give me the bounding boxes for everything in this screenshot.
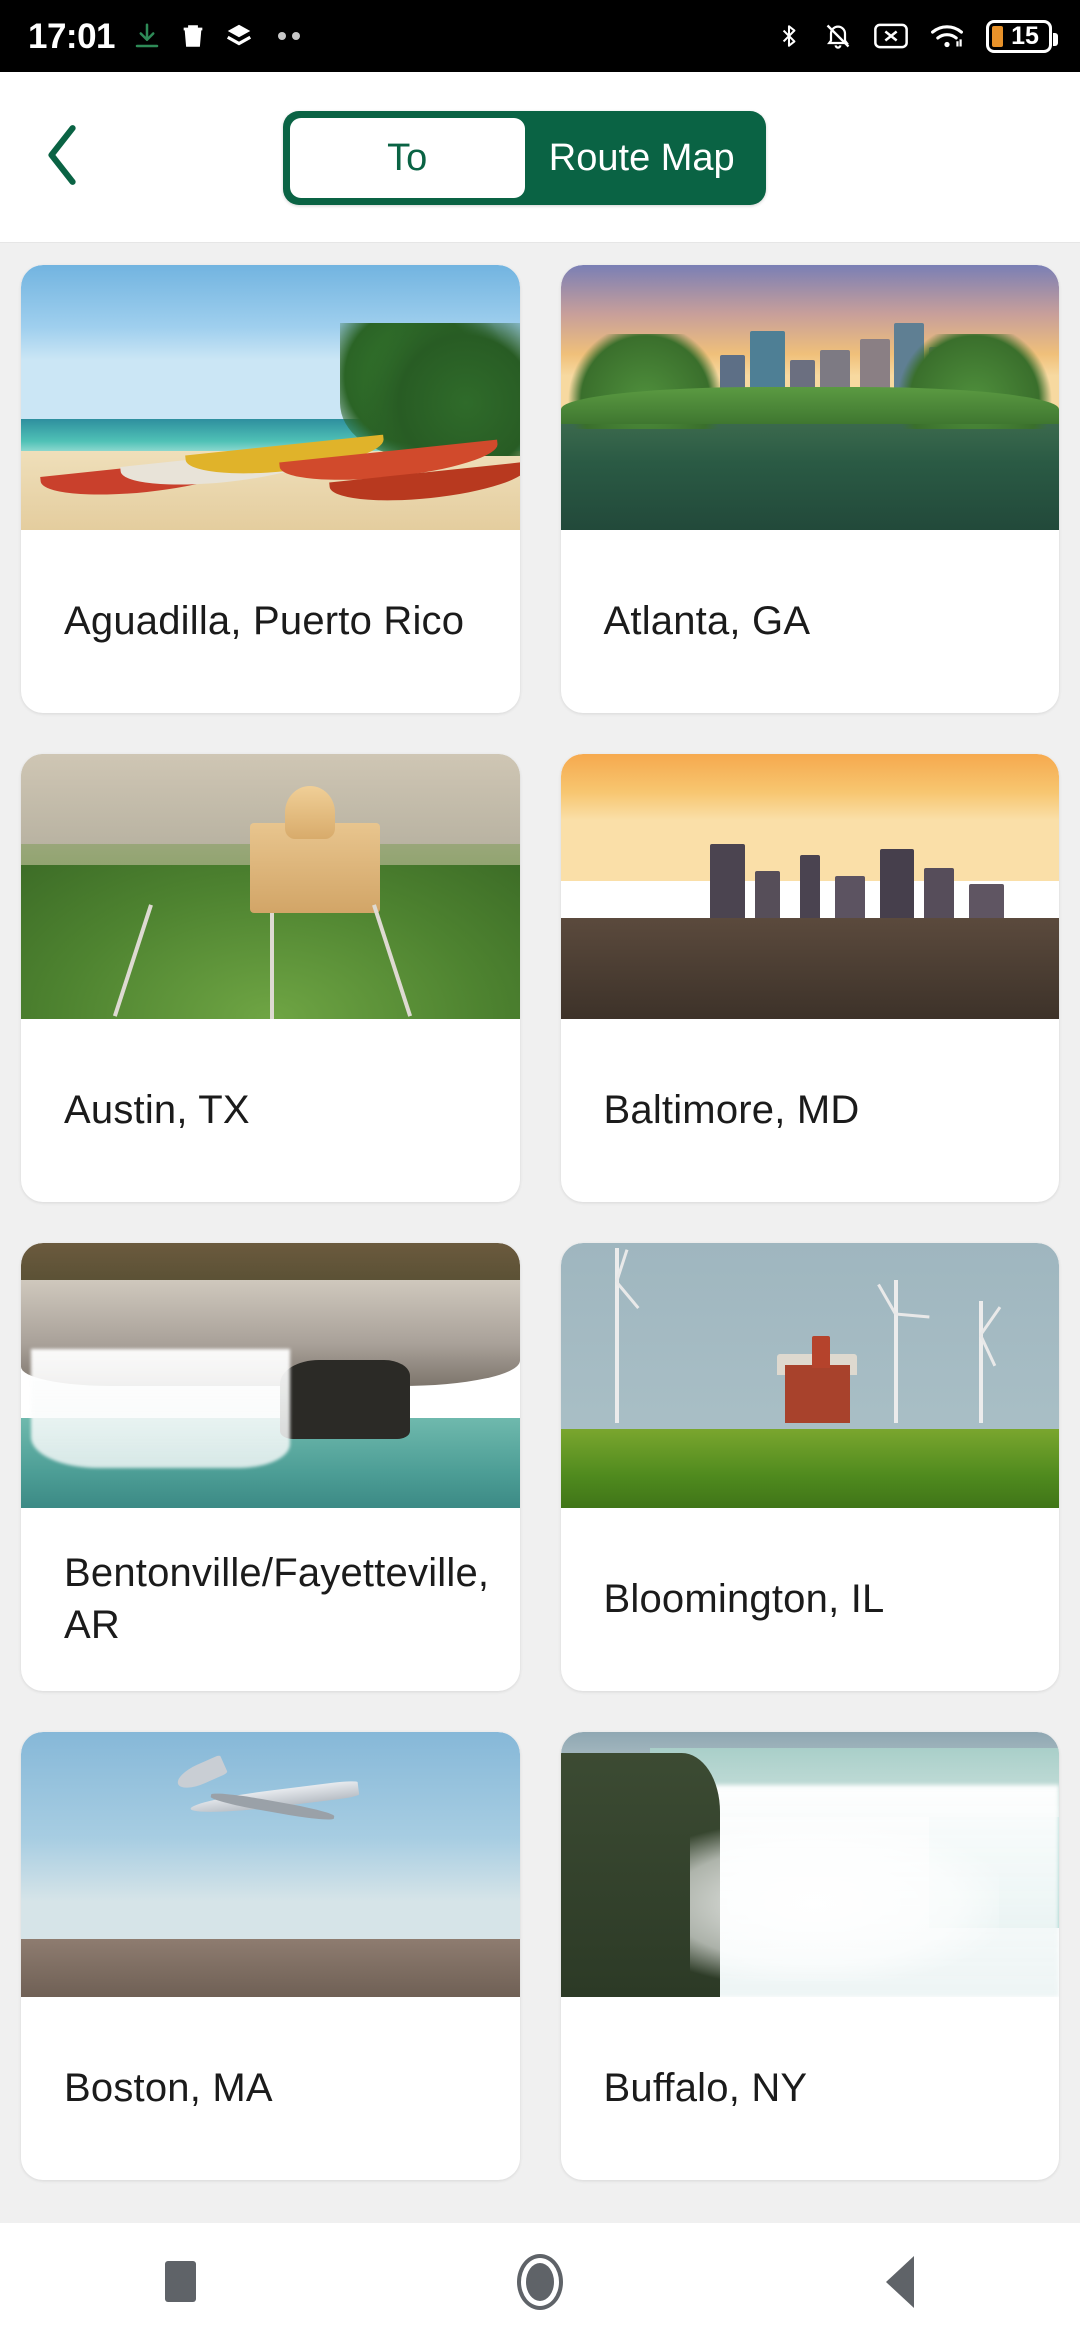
home-button[interactable] bbox=[450, 2223, 630, 2340]
recents-square-icon bbox=[164, 2261, 196, 2302]
destination-name: Austin, TX bbox=[64, 1087, 250, 1132]
to-routemap-toggle[interactable]: To Route Map bbox=[283, 111, 766, 205]
wifi-icon bbox=[930, 22, 964, 50]
destination-card-aguadilla[interactable]: Aguadilla, Puerto Rico bbox=[21, 265, 520, 713]
status-bar-clock: 17:01 bbox=[28, 16, 116, 56]
destination-name: Buffalo, NY bbox=[603, 2065, 808, 2110]
destination-card-buffalo[interactable]: Buffalo, NY bbox=[560, 1732, 1059, 2180]
home-circle-icon bbox=[517, 2253, 563, 2310]
status-bar: 17:01 15 bbox=[0, 0, 1080, 72]
niagara-falls-horseshoe-image bbox=[560, 1732, 1059, 1997]
android-nav-bar bbox=[0, 2223, 1080, 2340]
beach-with-colorful-fishing-boats-image bbox=[21, 265, 520, 530]
destination-list-scroll[interactable]: Aguadilla, Puerto Rico Atlanta, GA Austi… bbox=[0, 243, 1080, 2223]
red-barn-with-wind-turbines-in-field-image bbox=[560, 1243, 1059, 1508]
phone-screen: 17:01 15 To Route Map Aguadilla, Puerto … bbox=[0, 0, 1080, 2340]
battery-percent: 15 bbox=[1011, 21, 1039, 50]
destination-card-atlanta[interactable]: Atlanta, GA bbox=[560, 265, 1059, 713]
recents-button[interactable] bbox=[90, 2223, 270, 2340]
tab-route-map[interactable]: Route Map bbox=[525, 118, 760, 198]
destination-card-baltimore[interactable]: Baltimore, MD bbox=[560, 754, 1059, 1202]
ringer-muted-icon bbox=[824, 20, 852, 52]
layers-icon bbox=[224, 21, 254, 51]
destination-card-bloomington[interactable]: Bloomington, IL bbox=[560, 1243, 1059, 1691]
trash-icon bbox=[179, 21, 207, 51]
back-button[interactable] bbox=[8, 102, 118, 212]
tab-to[interactable]: To bbox=[290, 118, 525, 198]
destination-name: Boston, MA bbox=[64, 2065, 273, 2110]
destination-name: Aguadilla, Puerto Rico bbox=[64, 598, 465, 643]
status-bar-left: 17:01 bbox=[28, 16, 301, 56]
destination-grid: Aguadilla, Puerto Rico Atlanta, GA Austi… bbox=[0, 243, 1080, 2180]
destination-name: Atlanta, GA bbox=[603, 598, 811, 643]
atlanta-skyline-reflected-in-lake-at-sunset-image bbox=[560, 265, 1059, 530]
destination-name: Bloomington, IL bbox=[603, 1576, 885, 1621]
back-nav-button[interactable] bbox=[810, 2223, 990, 2340]
app-header: To Route Map bbox=[0, 72, 1080, 243]
chevron-left-icon bbox=[40, 122, 86, 193]
waterfall-over-rock-ledge-image bbox=[21, 1243, 520, 1508]
destination-name: Bentonville/Fayetteville, AR bbox=[64, 1551, 490, 1647]
destination-name: Baltimore, MD bbox=[603, 1087, 860, 1132]
texas-state-capitol-aerial-view-image bbox=[21, 754, 520, 1019]
more-dots-icon bbox=[278, 32, 301, 40]
bluetooth-icon bbox=[776, 20, 802, 52]
sim-missing-icon bbox=[874, 22, 908, 50]
destination-card-boston[interactable]: Boston, MA bbox=[21, 1732, 520, 2180]
back-triangle-icon bbox=[886, 2255, 914, 2308]
baltimore-inner-harbor-at-dusk-image bbox=[560, 754, 1059, 1019]
battery-icon: 15 bbox=[986, 19, 1058, 53]
airplane-landing-over-runway-image bbox=[21, 1732, 520, 1997]
status-bar-right: 15 bbox=[776, 19, 1058, 53]
destination-card-bentonville[interactable]: Bentonville/Fayetteville, AR bbox=[21, 1243, 520, 1691]
download-icon bbox=[132, 21, 162, 51]
destination-card-austin[interactable]: Austin, TX bbox=[21, 754, 520, 1202]
